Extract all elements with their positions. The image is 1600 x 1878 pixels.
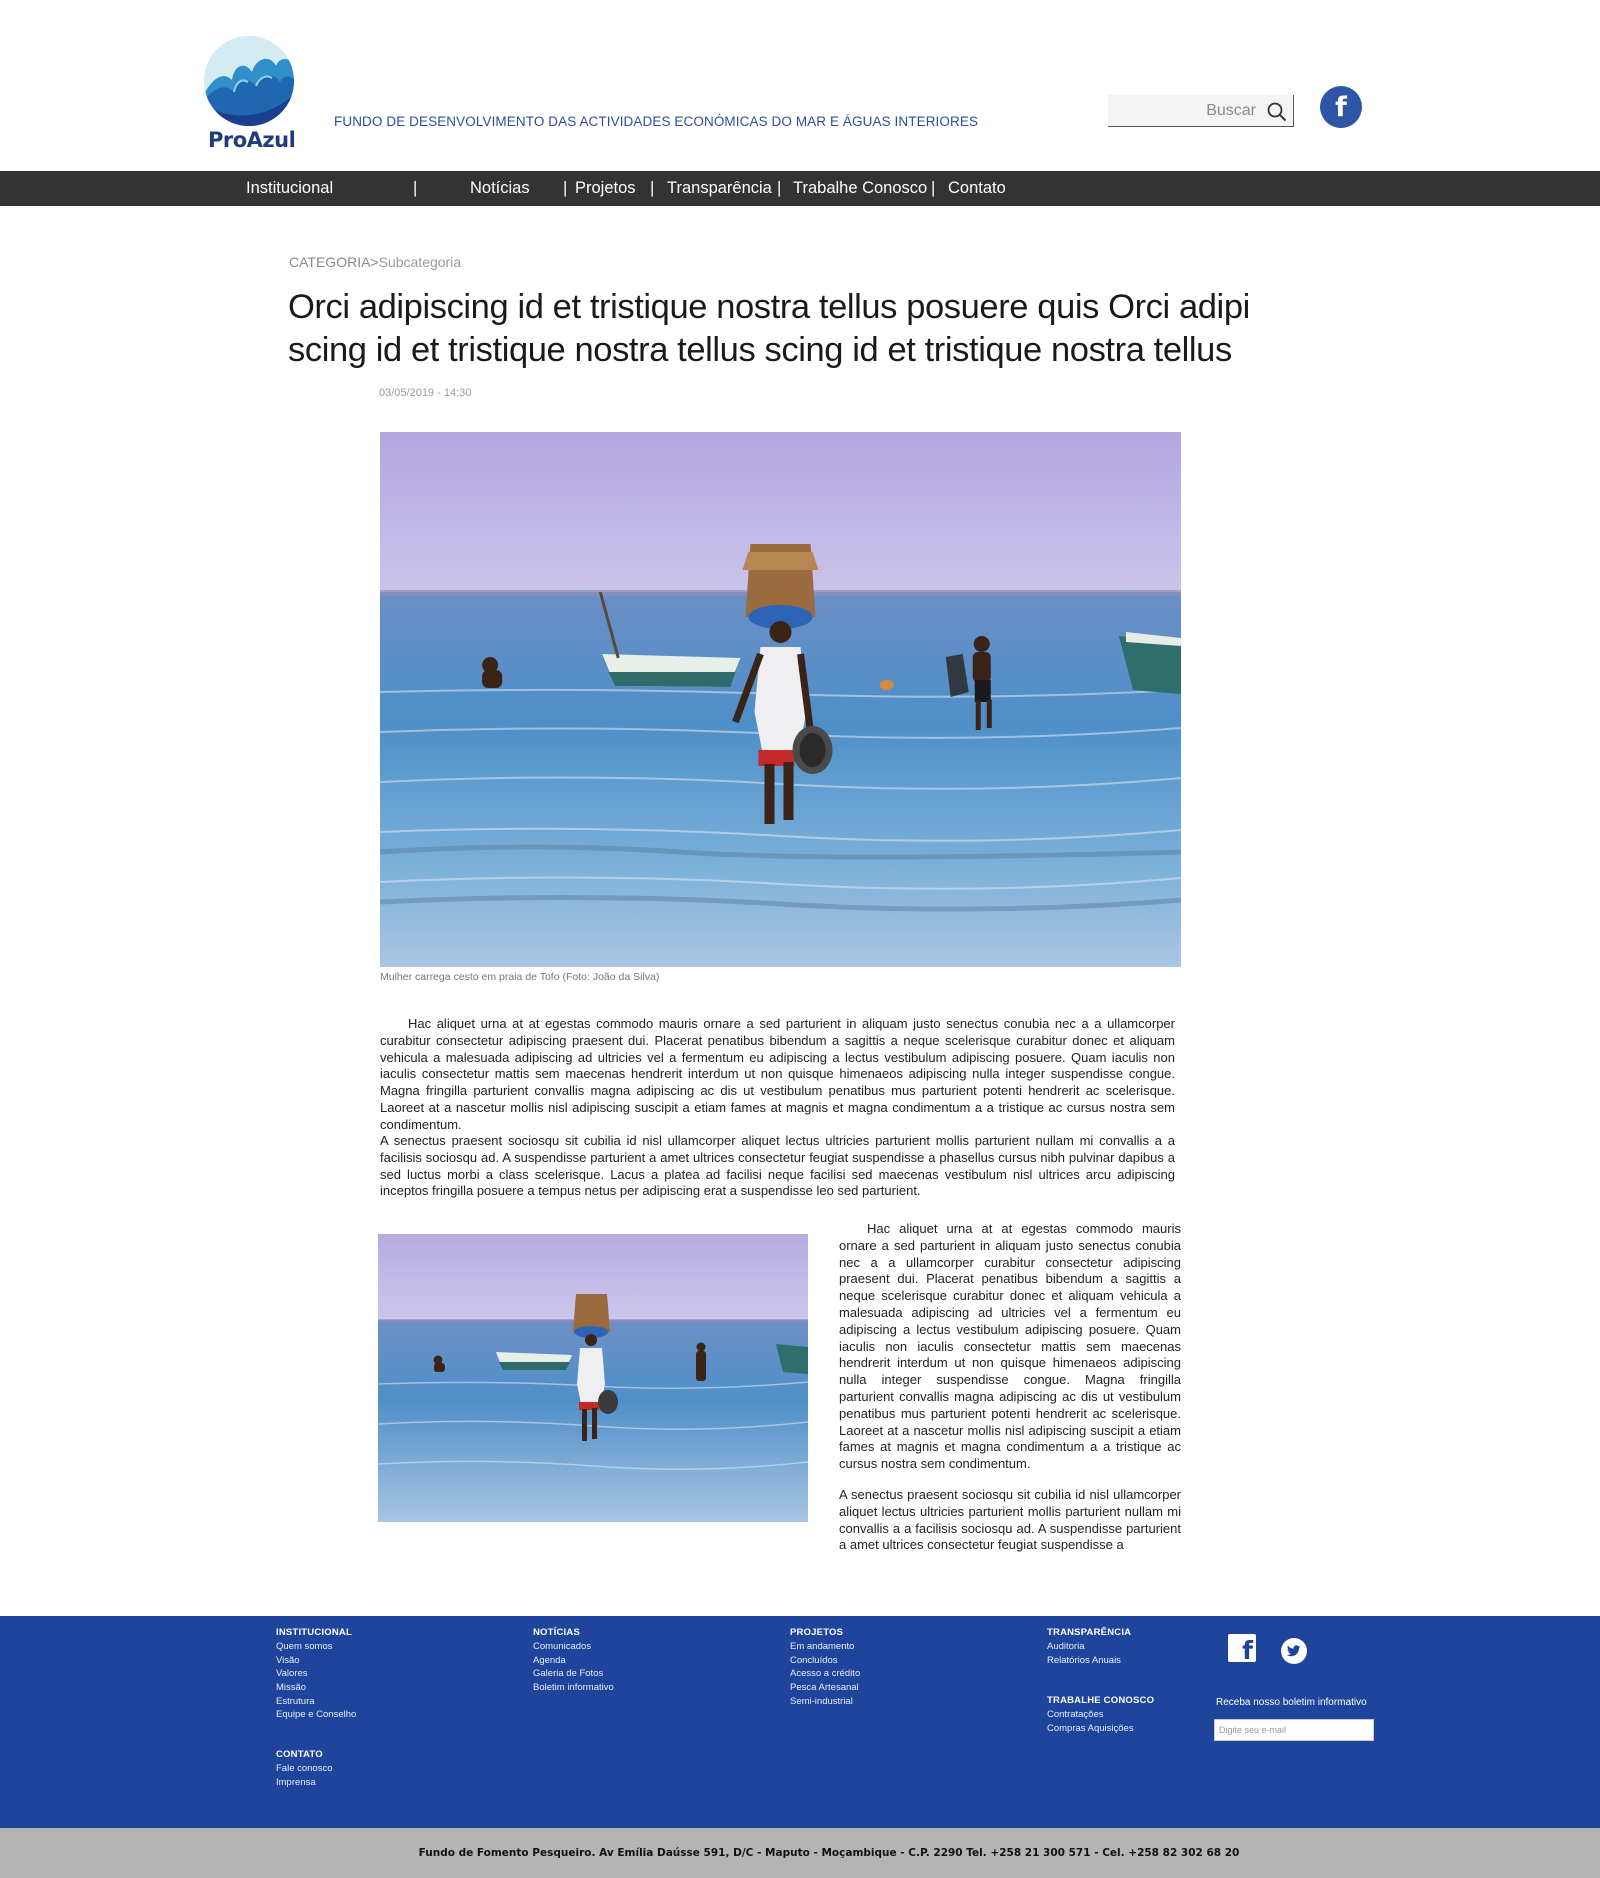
- footer-link[interactable]: Concluídos: [790, 1654, 860, 1668]
- footer-heading[interactable]: INSTITUCIONAL: [276, 1626, 356, 1640]
- footer-link[interactable]: Em andamento: [790, 1640, 860, 1654]
- article-title: Orci adipiscing id et tristique nostra t…: [288, 286, 1288, 372]
- footer-link[interactable]: Comunicados: [533, 1640, 614, 1654]
- footer-heading[interactable]: TRANSPARÊNCIA: [1047, 1626, 1131, 1640]
- twitter-icon[interactable]: [1281, 1638, 1307, 1664]
- nav-separator: |: [931, 179, 936, 197]
- footer-link[interactable]: Acesso a crédito: [790, 1667, 860, 1681]
- facebook-icon[interactable]: f: [1320, 86, 1362, 128]
- footer-link[interactable]: Estrutura: [276, 1695, 356, 1709]
- footer-link[interactable]: Imprensa: [276, 1776, 333, 1790]
- footer-link[interactable]: Compras Aquisições: [1047, 1722, 1154, 1736]
- footer-heading[interactable]: NOTÍCIAS: [533, 1626, 614, 1640]
- nav-item-trabalhe-conosco[interactable]: Trabalhe Conosco: [793, 171, 927, 206]
- article-main-photo: [380, 432, 1181, 967]
- nav-item-institucional[interactable]: Institucional: [246, 171, 333, 206]
- footer-link[interactable]: Fale conosco: [276, 1762, 333, 1776]
- nav-item-transparencia[interactable]: Transparência: [667, 171, 772, 206]
- main-nav: Institucional | Notícias | Projetos | Tr…: [0, 171, 1600, 206]
- newsletter-email-input[interactable]: [1214, 1719, 1374, 1741]
- article-title-line: scing id et tristique nostra tellus scin…: [288, 331, 1232, 369]
- side-paragraph: Hac aliquet urna at at egestas commodo m…: [839, 1221, 1181, 1472]
- article-date: 03/05/2019 - 14:30: [379, 387, 472, 399]
- breadcrumb-subcategory[interactable]: Subcategoria: [379, 254, 462, 270]
- footer-link[interactable]: Galeria de Fotos: [533, 1667, 614, 1681]
- footer-heading[interactable]: TRABALHE CONOSCO: [1047, 1694, 1154, 1708]
- footer-link[interactable]: Auditoria: [1047, 1640, 1131, 1654]
- footer-address: Fundo de Fomento Pesqueiro. Av Emília Da…: [418, 1847, 1240, 1859]
- search-box: [1108, 95, 1294, 127]
- article-paragraph: A senectus praesent sociosqu sit cubilia…: [380, 1133, 1175, 1199]
- search-input[interactable]: [1108, 95, 1260, 126]
- search-icon[interactable]: [1266, 101, 1288, 123]
- footer-link[interactable]: Agenda: [533, 1654, 614, 1668]
- footer-col-institucional: INSTITUCIONAL Quem somos Visão Valores M…: [276, 1626, 356, 1722]
- newsletter-label: Receba nosso boletim informativo: [1216, 1697, 1367, 1708]
- nav-item-projetos[interactable]: Projetos: [575, 171, 636, 206]
- logo-name: ProAzul: [208, 128, 296, 152]
- footer-heading[interactable]: CONTATO: [276, 1748, 333, 1762]
- facebook-icon[interactable]: f: [1228, 1634, 1256, 1665]
- article-secondary-photo: [378, 1234, 808, 1522]
- footer-heading[interactable]: PROJETOS: [790, 1626, 860, 1640]
- footer-col-projetos: PROJETOS Em andamento Concluídos Acesso …: [790, 1626, 860, 1708]
- side-paragraph: A senectus praesent sociosqu sit cubilia…: [839, 1487, 1181, 1553]
- footer-col-trabalhe-conosco: TRABALHE CONOSCO Contratações Compras Aq…: [1047, 1694, 1154, 1735]
- nav-item-noticias[interactable]: Notícias: [470, 171, 530, 206]
- article-title-line: Orci adipiscing id et tristique nostra t…: [288, 288, 1250, 326]
- footer-link[interactable]: Boletim informativo: [533, 1681, 614, 1695]
- photo-caption: Mulher carrega cesto em praia de Tofo (F…: [380, 971, 660, 983]
- footer-col-noticias: NOTÍCIAS Comunicados Agenda Galeria de F…: [533, 1626, 614, 1695]
- footer-link[interactable]: Equipe e Conselho: [276, 1708, 356, 1722]
- nav-separator: |: [563, 179, 568, 197]
- footer-link[interactable]: Contratações: [1047, 1708, 1154, 1722]
- footer-link[interactable]: Missão: [276, 1681, 356, 1695]
- proazul-logo[interactable]: ProAzul: [204, 36, 296, 154]
- footer-col-transparencia: TRANSPARÊNCIA Auditoria Relatórios Anuai…: [1047, 1626, 1131, 1667]
- article-paragraph: Hac aliquet urna at at egestas commodo m…: [380, 1016, 1175, 1132]
- footer-link[interactable]: Visão: [276, 1654, 356, 1668]
- footer-link[interactable]: Relatórios Anuais: [1047, 1654, 1131, 1668]
- wave-logo-icon: [204, 36, 294, 126]
- nav-item-contato[interactable]: Contato: [948, 171, 1006, 206]
- nav-separator: |: [650, 179, 655, 197]
- breadcrumb-category[interactable]: CATEGORIA: [289, 254, 370, 270]
- site-tagline: FUNDO DE DESENVOLVIMENTO DAS ACTIVIDADES…: [334, 114, 979, 129]
- footer-link[interactable]: Pesca Artesanal: [790, 1681, 860, 1695]
- nav-separator: |: [413, 179, 418, 197]
- nav-separator: |: [777, 179, 782, 197]
- footer-link[interactable]: Semi-industrial: [790, 1695, 860, 1709]
- footer-link[interactable]: Valores: [276, 1667, 356, 1681]
- breadcrumb: CATEGORIA>Subcategoria: [289, 254, 461, 270]
- footer-col-contato: CONTATO Fale conosco Imprensa: [276, 1748, 333, 1789]
- footer-link[interactable]: Quem somos: [276, 1640, 356, 1654]
- breadcrumb-separator: >: [370, 254, 379, 270]
